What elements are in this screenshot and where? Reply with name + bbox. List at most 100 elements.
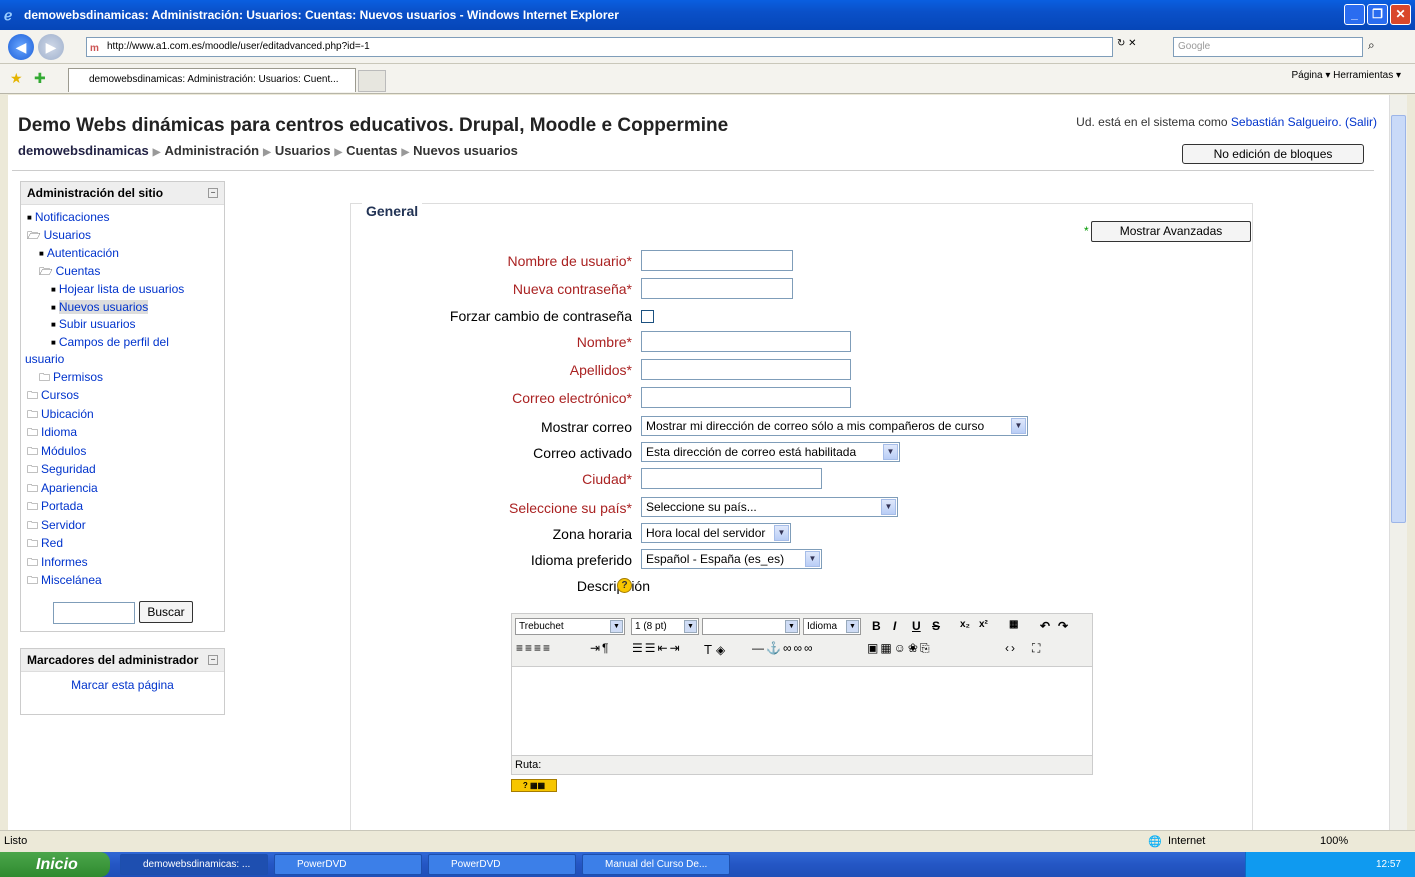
sidebar-item[interactable]: ■ Subir usuarios	[25, 316, 220, 334]
sidebar-item[interactable]: 🗀 Cursos	[25, 387, 220, 406]
sidebar-item[interactable]: 🗁 Usuarios	[25, 227, 220, 246]
add-favorites-icon[interactable]: ✚	[34, 70, 46, 87]
scroll-thumb[interactable]	[1391, 115, 1406, 523]
forward-icon[interactable]: ▶	[38, 34, 64, 60]
sidebar-item[interactable]: 🗀 Apariencia	[25, 480, 220, 499]
lastname-field[interactable]	[641, 359, 851, 380]
breadcrumb-admin[interactable]: Administración	[164, 143, 259, 158]
maximize-button[interactable]: ❐	[1367, 4, 1388, 25]
tab-current[interactable]: demowebsdinamicas: Administración: Usuar…	[68, 68, 356, 92]
taskbar-item-manual[interactable]: Manual del Curso De...	[582, 854, 730, 875]
underline-icon[interactable]: U	[912, 619, 921, 633]
user-link[interactable]: Sebastián Salgueiro.	[1231, 115, 1342, 129]
start-button[interactable]: Inicio	[0, 852, 110, 877]
timezone-label: Zona horaria	[552, 526, 632, 542]
size-select[interactable]: 1 (8 pt) ▼	[631, 618, 699, 635]
status-bar: Listo 🌐 Internet 100%	[0, 830, 1415, 852]
password-field[interactable]	[641, 278, 793, 299]
style-select[interactable]: ▼	[702, 618, 800, 635]
new-tab-button[interactable]	[358, 70, 386, 92]
sidebar-item[interactable]: 🗀 Informes	[25, 554, 220, 573]
undo-icon[interactable]: ↶	[1040, 619, 1050, 633]
email-enabled-select[interactable]: Esta dirección de correo está habilitada…	[641, 442, 900, 462]
bookmarks-block-header: Marcadores del administrador −	[21, 649, 224, 672]
direction-icons[interactable]: ⇥¶	[590, 641, 611, 655]
search-go-icon[interactable]: ⌕	[1368, 38, 1375, 53]
editor-textarea[interactable]	[512, 666, 1092, 756]
admin-search-button[interactable]: Buscar	[139, 601, 193, 623]
align-icons[interactable]: ≡≡≡≡	[516, 641, 552, 655]
sidebar-item[interactable]: ■ Campos de perfil del	[25, 334, 220, 352]
window-titlebar: ℯ demowebsdinamicas: Administración: Usu…	[0, 0, 1415, 30]
collapse-icon[interactable]: −	[208, 655, 218, 665]
bookmark-page-link[interactable]: Marcar esta página	[21, 672, 224, 692]
link-icons[interactable]: —⚓∞∞∞	[752, 641, 815, 655]
logout-link[interactable]: (Salir)	[1345, 115, 1377, 129]
subscript-icon[interactable]: x₂	[960, 619, 970, 630]
clean-word-icon[interactable]: ▦	[1009, 619, 1018, 630]
search-input[interactable]: Google	[1173, 37, 1363, 57]
sidebar-item[interactable]: 🗀 Servidor	[25, 517, 220, 536]
mail-display-select[interactable]: Mostrar mi dirección de correo sólo a mi…	[641, 416, 1028, 436]
sidebar-item[interactable]: 🗀 Módulos	[25, 443, 220, 462]
vertical-scrollbar[interactable]	[1389, 95, 1407, 830]
back-icon[interactable]: ◀	[8, 34, 34, 60]
city-field[interactable]	[641, 468, 822, 489]
lang-select[interactable]: Idioma ▼	[803, 618, 861, 635]
redo-icon[interactable]: ↷	[1058, 619, 1068, 633]
breadcrumb-home[interactable]: demowebsdinamicas	[18, 143, 149, 158]
username-field[interactable]	[641, 250, 793, 271]
breadcrumb-users[interactable]: Usuarios	[275, 143, 331, 158]
sidebar-item[interactable]: 🗀 Red	[25, 535, 220, 554]
language-select[interactable]: Español - España (es_es) ▼	[641, 549, 822, 569]
taskbar-item-powerdvd-2[interactable]: PowerDVD	[428, 854, 576, 875]
sidebar-item[interactable]: ■ Nuevos usuarios	[25, 299, 220, 317]
close-button[interactable]: ✕	[1390, 4, 1411, 25]
sidebar-item[interactable]: ■ Notificaciones	[25, 209, 220, 227]
italic-icon[interactable]: I	[893, 619, 896, 633]
edit-blocks-button[interactable]: No edición de bloques	[1182, 144, 1364, 164]
country-select[interactable]: Seleccione su país... ▼	[641, 497, 898, 517]
force-change-checkbox[interactable]	[641, 310, 654, 323]
command-bar[interactable]: Página ▾ Herramientas ▾	[1291, 70, 1401, 81]
firstname-field[interactable]	[641, 331, 851, 352]
minimize-button[interactable]: _	[1344, 4, 1365, 25]
sidebar-item[interactable]: 🗀 Seguridad	[25, 461, 220, 480]
strikethrough-icon[interactable]: S	[932, 619, 940, 633]
favorites-star-icon[interactable]: ★	[10, 70, 23, 87]
url-input[interactable]: m http://www.a1.com.es/moodle/user/edita…	[86, 37, 1113, 57]
timezone-select[interactable]: Hora local del servidor ▼	[641, 523, 791, 543]
refresh-icon[interactable]: ↻ ✕	[1117, 38, 1137, 49]
sidebar-item[interactable]: 🗀 Ubicación	[25, 406, 220, 425]
taskbar-item-browser[interactable]: demowebsdinamicas: ...	[120, 854, 268, 875]
font-select[interactable]: Trebuchet ▼	[515, 618, 625, 635]
bold-icon[interactable]: B	[872, 619, 881, 633]
email-field[interactable]	[641, 387, 851, 408]
html-source-icon[interactable]: ‹›	[1005, 641, 1017, 655]
sidebar-item[interactable]: 🗁 Cuentas	[25, 263, 220, 282]
taskbar-item-powerdvd-1[interactable]: PowerDVD	[274, 854, 422, 875]
sidebar-item[interactable]: 🗀 Idioma	[25, 424, 220, 443]
fullscreen-icon[interactable]: ⛶	[1032, 641, 1042, 656]
breadcrumb-accounts[interactable]: Cuentas	[346, 143, 397, 158]
email-enabled-row: Correo activado Esta dirección de correo…	[368, 442, 1068, 466]
bullet-icon: ■	[51, 285, 56, 295]
chevron-down-icon: ▼	[846, 620, 859, 633]
bullet-icon: ■	[51, 337, 56, 347]
lastname-label: Apellidos*	[569, 362, 632, 378]
color-icons[interactable]: Ｔ◈	[702, 641, 727, 658]
admin-search-input[interactable]	[53, 602, 135, 624]
zoom-level[interactable]: 100%	[1320, 835, 1348, 847]
superscript-icon[interactable]: x²	[979, 619, 988, 630]
sidebar-item[interactable]: ■ Autenticación	[25, 245, 220, 263]
collapse-icon[interactable]: −	[208, 188, 218, 198]
sidebar-item[interactable]: 🗀 Portada	[25, 498, 220, 517]
sidebar-item[interactable]: ■ Hojear lista de usuarios	[25, 281, 220, 299]
editor-help-icon[interactable]: ? ▦▦	[511, 779, 557, 792]
insert-icons[interactable]: ▣▦☺❀⎘	[867, 641, 932, 656]
sidebar-item[interactable]: usuario	[25, 351, 220, 369]
show-advanced-button[interactable]: Mostrar Avanzadas	[1091, 221, 1251, 242]
help-icon[interactable]: ?	[617, 578, 632, 593]
sidebar-item[interactable]: 🗀 Permisos	[25, 369, 220, 388]
list-icons[interactable]: ☰☰⇤⇥	[632, 641, 682, 655]
